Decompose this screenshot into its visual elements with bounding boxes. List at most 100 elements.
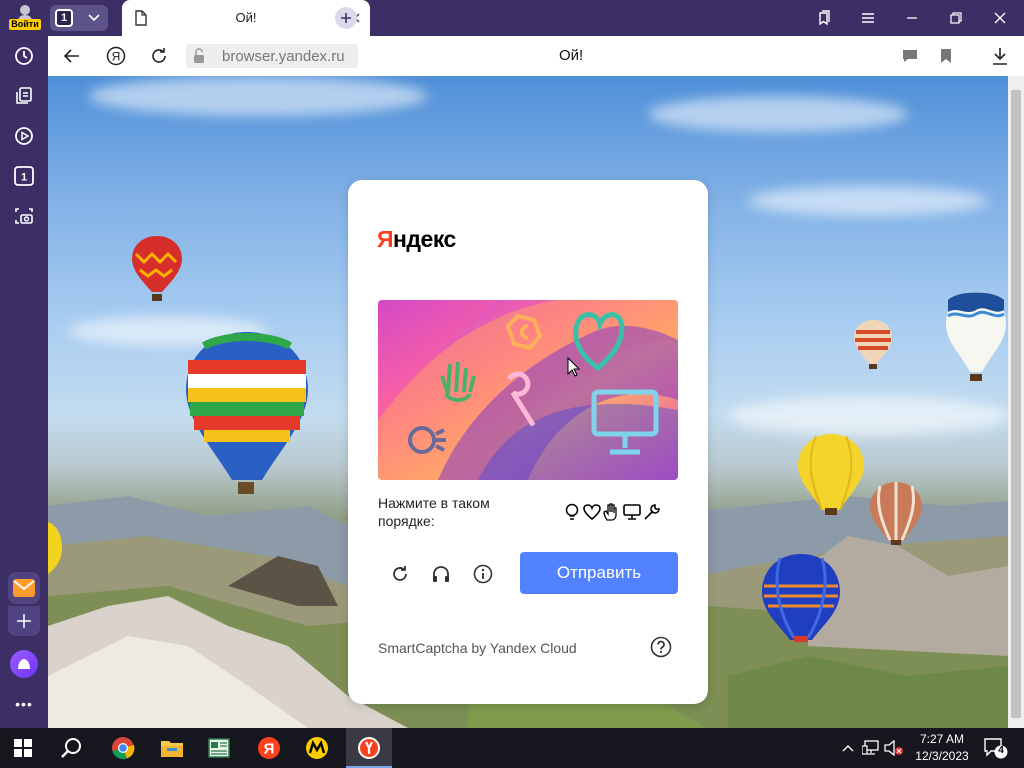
collections-button[interactable] [8,80,40,112]
alice-button[interactable] [10,650,38,678]
new-tab-button[interactable] [335,7,357,29]
file-explorer-icon [161,741,183,757]
reviews-button[interactable] [900,46,920,66]
refresh-captcha-button[interactable] [388,562,412,586]
reload-button[interactable] [149,46,169,66]
yandex-market-button[interactable] [300,732,334,764]
downloads-button[interactable] [990,46,1010,66]
tabs-count-icon: 1 [14,166,34,186]
video-button[interactable] [8,120,40,152]
hot-air-balloon-partial [48,522,62,574]
tab-active[interactable]: Ой! [122,0,370,36]
captcha-picture [378,300,678,480]
unlock-icon[interactable] [192,48,206,64]
bookmarks-button[interactable] [815,9,833,27]
headphones-icon [433,566,449,582]
hot-air-balloon [798,434,864,515]
login-button[interactable]: Войти [6,2,44,34]
notifications-button[interactable]: 4 [982,736,1008,760]
yandex-button[interactable]: Я [252,732,286,764]
submit-button[interactable]: Отправить [520,552,678,594]
tab-count: 1 [55,9,73,27]
info-button[interactable] [471,562,495,586]
back-button[interactable] [62,46,82,66]
page-background: Яндекс Нажмите в таком порядке: Отправит… [48,76,1008,728]
history-button[interactable] [8,40,40,72]
yandex-home-button[interactable]: Я [106,46,126,66]
start-button[interactable] [6,732,40,764]
captcha-footer: SmartCaptcha by Yandex Cloud [378,640,577,656]
bookmarks-icon [819,10,830,26]
tabs-count-button[interactable]: 1 [8,160,40,192]
download-icon [993,48,1007,65]
alice-icon [18,659,30,669]
hot-air-balloon [870,482,922,545]
url-text: browser.yandex.ru [222,48,345,65]
hot-air-balloon [854,320,892,369]
file-explorer-button[interactable] [155,732,189,764]
captcha-card: Яндекс Нажмите в таком порядке: Отправит… [348,180,708,704]
lightbulb-icon [562,502,581,522]
menu-button[interactable] [859,9,877,27]
close-window-button[interactable] [991,9,1009,27]
svg-text:Я: Я [112,50,121,64]
reload-icon [152,48,166,63]
scrollbar-thumb[interactable] [1011,90,1021,718]
hot-air-balloon [946,292,1006,381]
screenshot-button[interactable] [8,200,40,232]
restore-button[interactable] [947,9,965,27]
cloud [748,186,988,216]
minimize-icon [907,17,917,19]
screenshot-icon [15,208,33,224]
audio-captcha-button[interactable] [429,562,453,586]
login-label: Войти [9,19,41,30]
address-bar: Я browser.yandex.ru Ой! [48,36,1024,76]
more-icon[interactable]: ••• [12,696,36,712]
system-clock[interactable]: 7:27 AM 12/3/2023 [900,731,984,765]
yandex-browser-icon [358,737,380,759]
cloud [648,96,908,132]
url-field[interactable]: browser.yandex.ru [186,44,358,68]
cloud [88,76,428,116]
tray-expand-button[interactable] [838,738,858,758]
tab-counter-button[interactable]: 1 [50,5,108,31]
clock-time: 7:27 AM [919,732,965,746]
page-title: Ой! [559,47,584,64]
page-scrollbar[interactable] [1008,76,1024,728]
tab-title: Ой! [235,10,257,25]
windows-taskbar: Я 7:27 AM 12/3/2023 4 [0,728,1024,768]
heart-icon [582,502,601,522]
refresh-icon [393,566,407,581]
menu-icon [862,13,874,23]
svg-text:Я: Я [264,741,275,758]
app-button[interactable] [202,732,236,764]
yandex-browser-button[interactable] [352,732,386,764]
collections-icon [16,87,32,104]
mail-button[interactable] [8,572,40,604]
bookmark-button[interactable] [936,46,956,66]
network-icon [862,740,879,755]
captcha-image[interactable] [378,300,678,480]
hot-air-balloon [762,554,840,642]
tab-bar: 1 Ой! [48,0,1024,36]
chevron-down-icon [88,14,100,22]
video-icon [15,127,33,145]
help-icon[interactable] [650,636,672,658]
yandex-logo: Яндекс [377,226,456,252]
search-button[interactable] [54,732,88,764]
restore-icon [950,12,962,24]
yandex-logo-icon: Я [106,46,126,66]
info-icon [473,564,493,584]
bookmark-icon [941,49,951,63]
clock-date: 12/3/2023 [915,749,969,763]
add-icon [17,614,31,628]
hand-icon [602,502,621,522]
add-panel-button[interactable] [8,606,40,636]
captcha-order-icons [562,502,661,522]
chrome-button[interactable] [106,732,140,764]
start-icon [14,739,32,757]
monitor-icon [622,502,641,522]
minimize-button[interactable] [903,9,921,27]
yandex-market-icon [306,737,328,759]
network-button[interactable] [861,738,881,758]
